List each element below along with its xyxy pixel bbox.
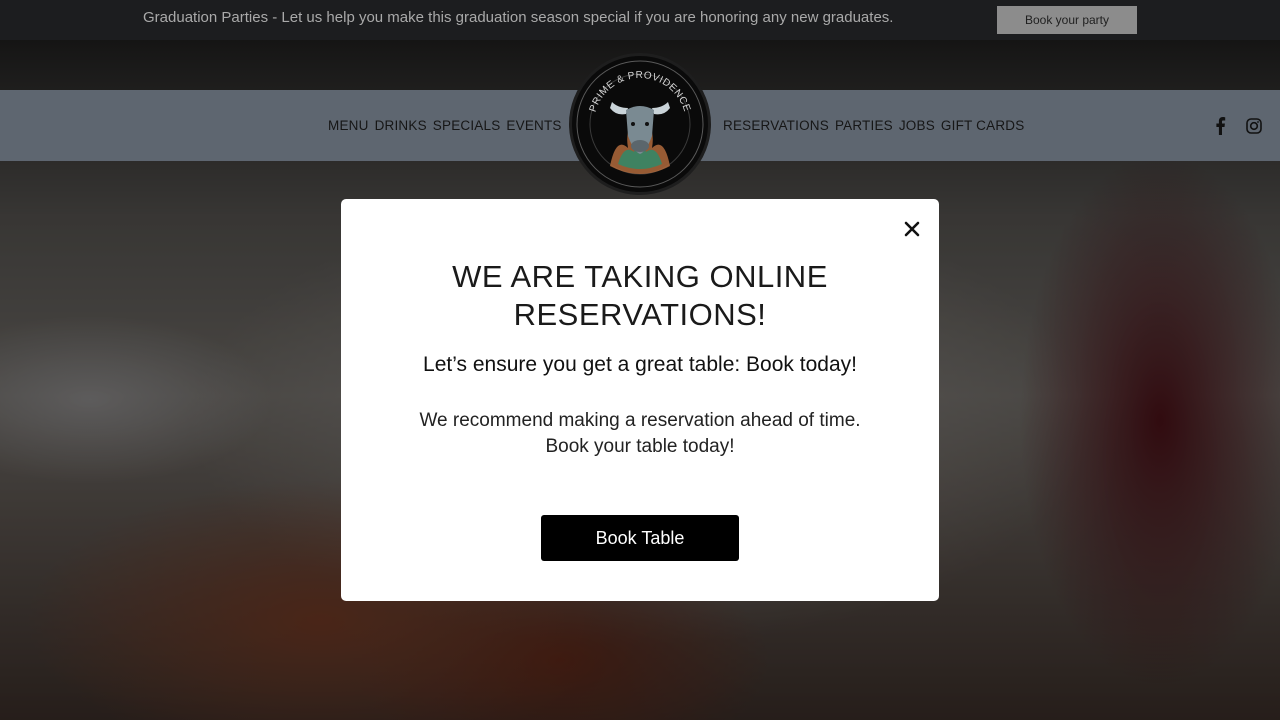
book-table-button[interactable]: Book Table <box>541 515 739 561</box>
nav-jobs[interactable]: JOBS <box>899 118 935 133</box>
modal-title: WE ARE TAKING ONLINE RESERVATIONS! <box>341 258 939 334</box>
close-icon[interactable] <box>899 216 925 242</box>
nav-drinks[interactable]: DRINKS <box>375 118 427 133</box>
nav-right: RESERVATIONS PARTIES JOBS GIFT CARDS <box>723 90 1024 161</box>
nav-reservations[interactable]: RESERVATIONS <box>723 118 829 133</box>
instagram-icon[interactable] <box>1246 90 1262 161</box>
modal-title-line-2: RESERVATIONS! <box>513 297 767 332</box>
book-your-party-button[interactable]: Book your party <box>997 6 1137 34</box>
nav-menu[interactable]: MENU <box>328 118 369 133</box>
modal-body: We recommend making a reservation ahead … <box>341 408 939 460</box>
nav-events[interactable]: EVENTS <box>506 118 561 133</box>
announcement-bar: Graduation Parties - Let us help you mak… <box>0 0 1280 40</box>
modal-body-line-2: Book your table today! <box>545 436 735 457</box>
nav-parties[interactable]: PARTIES <box>835 118 893 133</box>
nav-gift-cards[interactable]: GIFT CARDS <box>941 118 1025 133</box>
modal-body-line-1: We recommend making a reservation ahead … <box>419 410 861 431</box>
nav-specials[interactable]: SPECIALS <box>433 118 501 133</box>
modal-subtitle: Let’s ensure you get a great table: Book… <box>423 353 857 376</box>
nav-left: MENU DRINKS SPECIALS EVENTS <box>328 90 562 161</box>
site-logo[interactable]: PRIME & PROVIDENCE <box>569 53 711 195</box>
bull-head-logo-icon: PRIME & PROVIDENCE <box>576 60 704 188</box>
modal-title-line-1: WE ARE TAKING ONLINE <box>452 259 828 294</box>
facebook-icon[interactable] <box>1214 90 1228 161</box>
announcement-text: Graduation Parties - Let us help you mak… <box>143 9 894 26</box>
